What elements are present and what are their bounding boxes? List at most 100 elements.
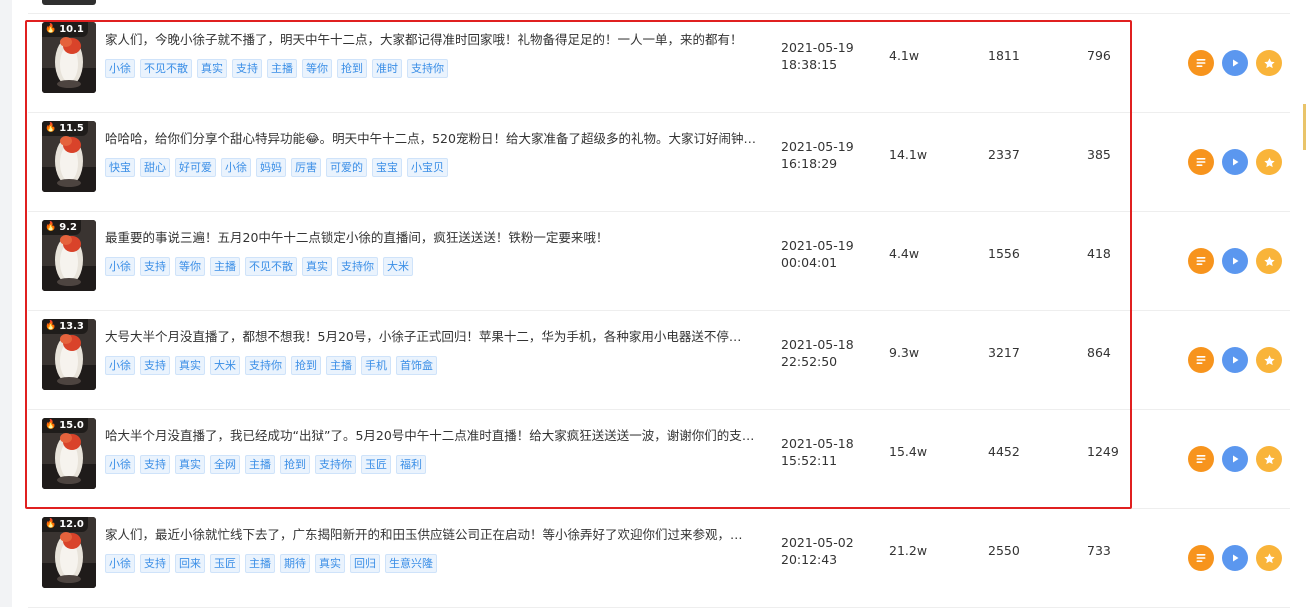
video-thumbnail[interactable]: 🔥 12.0 [42,517,96,588]
tag-chip[interactable]: 真实 [197,59,227,78]
video-thumbnail[interactable]: 🔥 11.5 [42,121,96,192]
detail-button[interactable] [1188,50,1214,76]
tag-chip[interactable]: 小徐 [105,257,135,276]
favorite-button[interactable] [1256,347,1282,373]
video-title[interactable]: 家人们，今晚小徐子就不播了，明天中午十二点，大家都记得准时回家哦！礼物备得足足的… [105,32,769,48]
video-thumbnail[interactable]: 🔥 10.1 [42,22,96,93]
video-thumbnail[interactable]: 🔥 15.0 [42,418,96,489]
tag-chip[interactable]: 玉匠 [210,554,240,573]
tag-chip[interactable]: 等你 [175,257,205,276]
detail-button[interactable] [1188,545,1214,571]
tag-chip[interactable]: 真实 [315,554,345,573]
tag-chip[interactable]: 小徐 [105,554,135,573]
tag-chip[interactable]: 玉匠 [361,455,391,474]
play-button[interactable] [1222,248,1248,274]
like-count: 1811 [988,48,1020,63]
detail-button[interactable] [1188,347,1214,373]
tag-chip[interactable]: 主播 [326,356,356,375]
video-title[interactable]: 哈大半个月没直播了，我已经成功“出狱”了。5月20号中午十二点准时直播！给大家疯… [105,428,769,444]
tag-chip[interactable]: 支持 [232,59,262,78]
tag-chip[interactable]: 抢到 [291,356,321,375]
tag-chip[interactable]: 小徐 [105,59,135,78]
tag-chip[interactable]: 福利 [396,455,426,474]
tag-chip[interactable]: 准时 [372,59,402,78]
tag-chip[interactable]: 手机 [361,356,391,375]
tag-chip[interactable]: 支持 [140,554,170,573]
tag-chip[interactable]: 抢到 [280,455,310,474]
video-title[interactable]: 哈哈哈，给你们分享个甜心特异功能😂。明天中午十二点，520宠粉日！给大家准备了超… [105,131,769,147]
tag-chip[interactable]: 真实 [175,356,205,375]
tag-chip[interactable]: 小徐 [221,158,251,177]
play-icon [1233,356,1239,364]
tag-chip[interactable]: 主播 [245,554,275,573]
video-title[interactable]: 最重要的事说三遍！五月20中午十二点锁定小徐的直播间，疯狂送送送！铁粉一定要来哦… [105,230,769,246]
tag-chip[interactable]: 回归 [350,554,380,573]
tag-chip[interactable]: 厉害 [291,158,321,177]
tag-chip[interactable]: 支持 [140,356,170,375]
tag-chip[interactable]: 快宝 [105,158,135,177]
heat-badge: 🔥 13.3 [42,319,88,334]
play-icon [1233,158,1239,166]
tag-chip[interactable]: 大米 [383,257,413,276]
tag-chip[interactable]: 支持 [140,257,170,276]
tag-chip[interactable]: 好可爱 [175,158,216,177]
video-row[interactable]: 🔥 11.5 哈哈哈，给你们分享个甜心特异功能😂。明天中午十二点，520宠粉日！… [28,113,1290,212]
tag-chip[interactable]: 小宝贝 [407,158,448,177]
tag-chip[interactable]: 生意兴隆 [385,554,437,573]
publish-datetime: 2021-05-19 18:38:15 [781,39,854,73]
tag-chip[interactable]: 支持你 [315,455,356,474]
tag-chip[interactable]: 甜心 [140,158,170,177]
tag-chip[interactable]: 小徐 [105,356,135,375]
tag-chip[interactable]: 主播 [245,455,275,474]
tag-chip[interactable]: 妈妈 [256,158,286,177]
favorite-button[interactable] [1256,446,1282,472]
video-row[interactable]: 🔥 9.2 最重要的事说三遍！五月20中午十二点锁定小徐的直播间，疯狂送送送！铁… [28,212,1290,311]
tag-chip[interactable]: 宝宝 [372,158,402,177]
detail-button[interactable] [1188,446,1214,472]
tag-chip[interactable]: 等你 [302,59,332,78]
detail-button[interactable] [1188,149,1214,175]
star-icon [1263,156,1275,167]
play-button[interactable] [1222,50,1248,76]
view-count: 14.1w [889,147,928,162]
video-title[interactable]: 家人们，最近小徐就忙线下去了，广东揭阳新开的和田玉供应链公司正在启动！等小徐弄好… [105,527,769,543]
tag-chip[interactable]: 支持你 [245,356,286,375]
video-row[interactable]: 🔥 13.3 大号大半个月没直播了，都想不想我！5月20号，小徐子正式回归！苹果… [28,311,1290,410]
tag-chip[interactable]: 支持 [140,455,170,474]
tag-chip[interactable]: 不见不散 [245,257,297,276]
tag-chip[interactable]: 支持你 [337,257,378,276]
like-count: 4452 [988,444,1020,459]
favorite-button[interactable] [1256,50,1282,76]
play-button[interactable] [1222,347,1248,373]
video-thumbnail[interactable]: 🔥 9.2 [42,220,96,291]
video-row[interactable]: 🔥 15.0 哈大半个月没直播了，我已经成功“出狱”了。5月20号中午十二点准时… [28,410,1290,509]
favorite-button[interactable] [1256,248,1282,274]
tag-chip[interactable]: 主播 [210,257,240,276]
tag-chip[interactable]: 期待 [280,554,310,573]
video-row[interactable]: 🔥 12.0 家人们，最近小徐就忙线下去了，广东揭阳新开的和田玉供应链公司正在启… [28,509,1290,608]
favorite-button[interactable] [1256,545,1282,571]
play-button[interactable] [1222,545,1248,571]
tag-chip[interactable]: 可爱的 [326,158,367,177]
video-row[interactable]: 🔥 10.1 家人们，今晚小徐子就不播了，明天中午十二点，大家都记得准时回家哦！… [28,14,1290,113]
tag-chip[interactable]: 小徐 [105,455,135,474]
tag-chip[interactable]: 主播 [267,59,297,78]
tag-chip[interactable]: 全网 [210,455,240,474]
tag-chip[interactable]: 抢到 [337,59,367,78]
tag-chip[interactable]: 回来 [175,554,205,573]
tag-chip[interactable]: 支持你 [407,59,448,78]
favorite-button[interactable] [1256,149,1282,175]
video-thumbnail[interactable]: 🔥 13.3 [42,319,96,390]
detail-button[interactable] [1188,248,1214,274]
play-button[interactable] [1222,149,1248,175]
tag-chip[interactable]: 首饰盒 [396,356,437,375]
tag-list: 小徐 支持 真实 大米 支持你 抢到 主播 手机 首饰盒 [105,356,437,375]
tag-chip[interactable]: 不见不散 [140,59,192,78]
play-button[interactable] [1222,446,1248,472]
publish-datetime: 2021-05-02 20:12:43 [781,534,854,568]
tag-chip[interactable]: 真实 [302,257,332,276]
video-title[interactable]: 大号大半个月没直播了，都想不想我！5月20号，小徐子正式回归！苹果十二，华为手机… [105,329,769,345]
tag-chip[interactable]: 真实 [175,455,205,474]
like-count: 2550 [988,543,1020,558]
tag-chip[interactable]: 大米 [210,356,240,375]
